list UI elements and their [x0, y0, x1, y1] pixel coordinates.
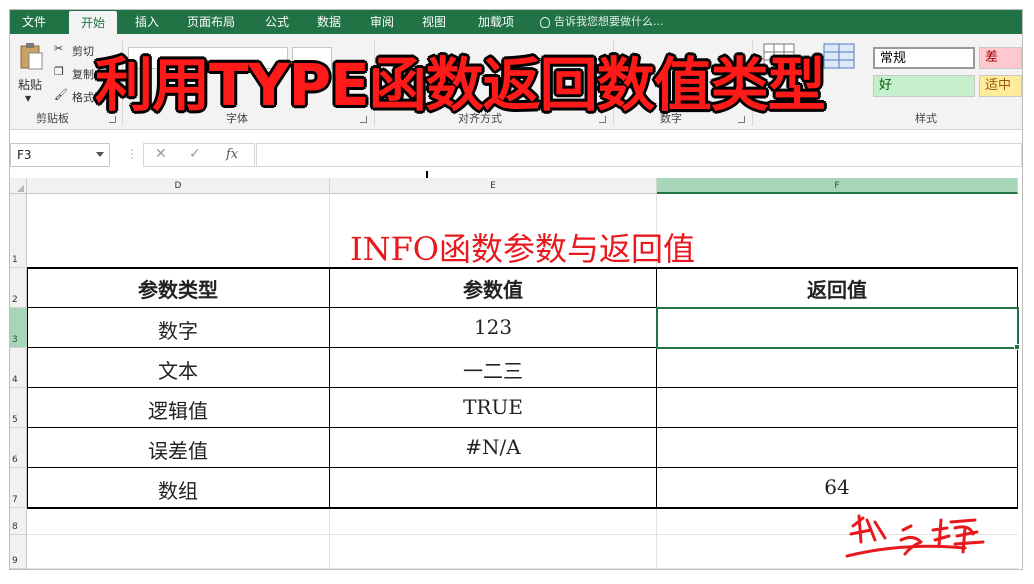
cell-e3[interactable]: 123	[330, 315, 656, 339]
tab-insert[interactable]: 插入	[125, 10, 169, 34]
formula-bar: F3 ⋮ ✕ ✓ fx	[10, 138, 1022, 174]
tell-me-search[interactable]: 告诉我您想要做什么...	[540, 10, 664, 34]
tab-view[interactable]: 视图	[412, 10, 456, 34]
row-header-3[interactable]: 3	[10, 308, 27, 348]
formula-input[interactable]	[256, 143, 1022, 167]
style-bad[interactable]: 差	[979, 47, 1022, 69]
cell-e5[interactable]: TRUE	[330, 395, 656, 419]
clipboard-group-label: 剪贴板	[36, 112, 69, 125]
cell-e4[interactable]: 一二三	[330, 355, 656, 384]
tab-data[interactable]: 数据	[307, 10, 351, 34]
copy-icon[interactable]: ❐	[54, 65, 64, 78]
header-param-type[interactable]: 参数类型	[27, 274, 329, 303]
row-header-4[interactable]: 4	[10, 348, 27, 388]
table-border	[1017, 267, 1018, 508]
column-header-d[interactable]: D	[27, 178, 330, 194]
tab-formulas[interactable]: 公式	[255, 10, 299, 34]
tab-home[interactable]: 开始	[69, 11, 117, 34]
active-cell-selection[interactable]	[656, 307, 1019, 349]
format-as-table-icon[interactable]	[822, 42, 858, 72]
table-border	[656, 267, 657, 508]
tab-addins[interactable]: 加载项	[468, 10, 524, 34]
row-header-9[interactable]: 9	[10, 535, 27, 569]
row-headers: 1 2 3 4 5 6 7 8 9	[10, 194, 27, 569]
cell-e6[interactable]: #N/A	[330, 435, 656, 459]
row-header-2[interactable]: 2	[10, 268, 27, 308]
name-box-value: F3	[17, 148, 32, 162]
styles-group-label: 样式	[915, 112, 937, 125]
tab-page-layout[interactable]: 页面布局	[178, 10, 244, 34]
paste-icon[interactable]	[18, 42, 44, 72]
chevron-down-icon[interactable]	[96, 152, 104, 157]
cut-button[interactable]: 剪切	[72, 43, 94, 59]
table-border	[27, 467, 1018, 468]
style-normal[interactable]: 常规	[873, 47, 975, 69]
table-border	[27, 267, 1018, 269]
style-good[interactable]: 好	[873, 75, 975, 97]
row-header-8[interactable]: 8	[10, 508, 27, 535]
enter-check-icon[interactable]: ✓	[189, 146, 201, 162]
copy-button[interactable]: 复制	[72, 66, 94, 82]
cell-d4[interactable]: 文本	[27, 355, 329, 384]
cell-d6[interactable]: 误差值	[27, 435, 329, 464]
table-border	[329, 267, 330, 508]
row-header-5[interactable]: 5	[10, 388, 27, 428]
row-header-7[interactable]: 7	[10, 468, 27, 508]
header-return-value[interactable]: 返回值	[657, 274, 1017, 303]
table-border	[27, 267, 28, 508]
insert-function-icon[interactable]: fx	[226, 147, 238, 162]
row-header-1[interactable]: 1	[10, 194, 27, 268]
format-painter-icon[interactable]: 🖌	[54, 88, 68, 101]
cell-d5[interactable]: 逻辑值	[27, 395, 329, 424]
header-param-value[interactable]: 参数值	[330, 274, 656, 303]
column-header-e[interactable]: E	[330, 178, 657, 194]
fill-handle[interactable]	[1014, 344, 1020, 350]
gridline	[27, 568, 1018, 569]
cell-d7[interactable]: 数组	[27, 475, 329, 504]
tab-review[interactable]: 审阅	[360, 10, 404, 34]
ribbon-tab-bar: 文件 开始 插入 页面布局 公式 数据 审阅 视图 加载项 告诉我您想要做什么.…	[10, 10, 1022, 34]
lightbulb-icon	[540, 16, 550, 28]
name-box[interactable]: F3	[10, 143, 110, 167]
style-neutral[interactable]: 适中	[979, 75, 1022, 97]
cell-d3[interactable]: 数字	[27, 315, 329, 344]
formula-buttons: ✕ ✓ fx	[143, 143, 255, 167]
cell-f7[interactable]: 64	[657, 475, 1017, 499]
tell-me-text: 告诉我您想要做什么...	[554, 15, 664, 28]
drag-dots-icon: ⋮	[126, 147, 138, 161]
table-border	[27, 507, 1018, 509]
chevron-down-icon[interactable]: ▼	[25, 94, 31, 103]
tab-file[interactable]: 文件	[12, 10, 56, 34]
sheet-title: INFO函数参数与返回值	[349, 230, 696, 268]
table-border	[27, 387, 1018, 388]
paste-button[interactable]: 粘贴	[18, 76, 42, 93]
row-header-6[interactable]: 6	[10, 428, 27, 468]
scissors-icon[interactable]: ✂	[54, 42, 63, 55]
signature-watermark	[845, 514, 985, 558]
column-header-f[interactable]: F	[657, 178, 1018, 194]
column-headers: D E F	[10, 178, 1018, 194]
select-all-corner[interactable]	[10, 178, 27, 194]
table-border	[27, 427, 1018, 428]
cancel-icon[interactable]: ✕	[155, 146, 167, 162]
video-title-banner: 利用TYPE函数返回数值类型	[95, 51, 826, 119]
